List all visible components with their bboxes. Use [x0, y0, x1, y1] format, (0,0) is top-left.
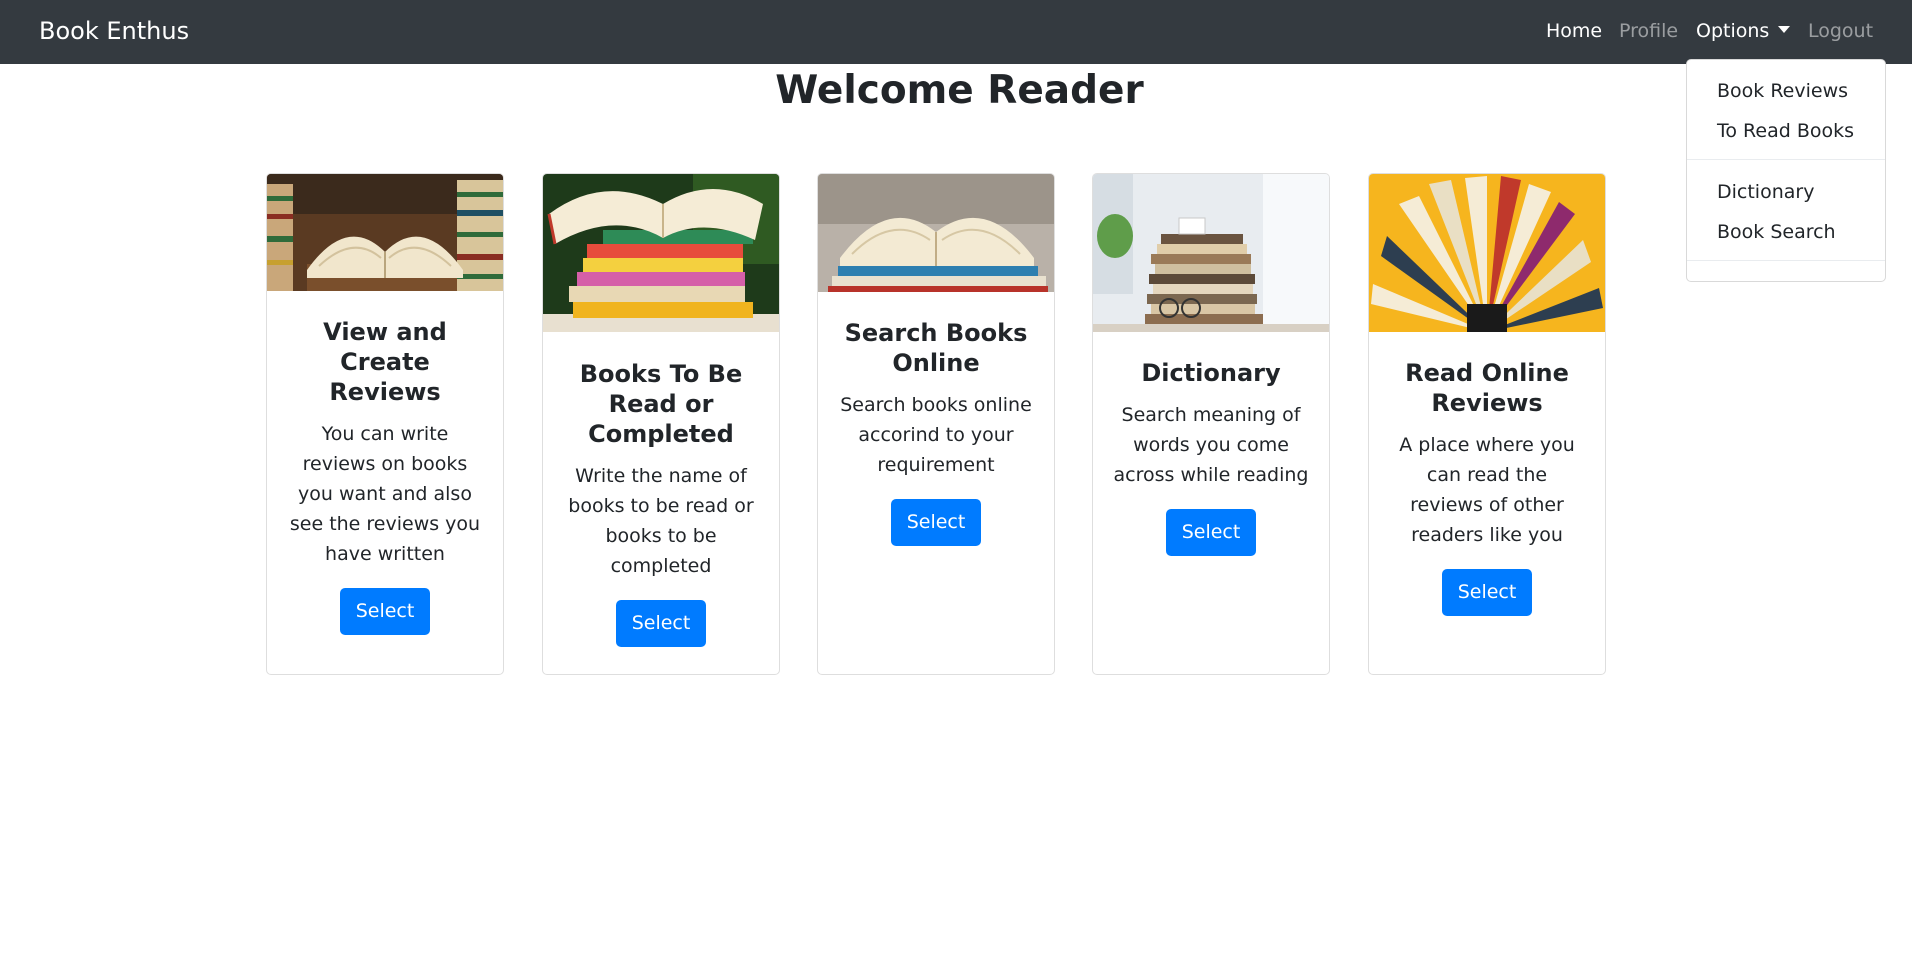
card-text: Write the name of books to be read or bo… — [568, 465, 754, 577]
select-button[interactable]: Select — [890, 499, 982, 546]
dropdown-divider — [1687, 260, 1885, 261]
card-title: Books To Be Read or Completed — [579, 360, 743, 448]
dropdown-divider — [1687, 159, 1885, 160]
card-title: Read Online Reviews — [1405, 359, 1569, 417]
card-dictionary: Dictionary Search meaning of words you c… — [1092, 173, 1330, 675]
brand-link[interactable]: Book Enthus — [39, 15, 189, 47]
card-body: Search Books Online Search books online … — [818, 318, 1054, 546]
dropdown-item-book-search[interactable]: Book Search — [1717, 219, 1836, 245]
card-view-create-reviews: View and Create Reviews You can write re… — [266, 173, 504, 675]
dropdown-item-dictionary[interactable]: Dictionary — [1717, 179, 1814, 205]
card-body: Read Online Reviews A place where you ca… — [1369, 358, 1605, 616]
card-text: Search books online accorind to your req… — [840, 394, 1032, 476]
card-title: Dictionary — [1141, 359, 1281, 387]
select-button[interactable]: Select — [1441, 569, 1533, 616]
select-button[interactable]: Select — [1165, 509, 1257, 556]
nav-home-link[interactable]: Home — [1546, 18, 1602, 44]
fanned-book-image — [1369, 174, 1605, 332]
open-book-image — [267, 174, 503, 291]
select-button[interactable]: Select — [339, 588, 431, 635]
card-text: You can write reviews on books you want … — [289, 423, 481, 565]
book-stack-image — [543, 174, 779, 332]
card-text: A place where you can read the reviews o… — [1399, 434, 1575, 546]
caret-down-icon — [1778, 26, 1791, 33]
nav-profile-link[interactable]: Profile — [1619, 18, 1678, 44]
card-books-to-read: Books To Be Read or Completed Write the … — [542, 173, 780, 675]
card-body: View and Create Reviews You can write re… — [267, 317, 503, 635]
dropdown-item-to-read-books[interactable]: To Read Books — [1717, 118, 1854, 144]
nav-options-toggle[interactable]: Options — [1696, 18, 1791, 44]
card-text: Search meaning of words you come across … — [1113, 404, 1309, 486]
card-body: Books To Be Read or Completed Write the … — [543, 359, 779, 647]
card-title: View and Create Reviews — [323, 318, 447, 406]
nav-options-label: Options — [1696, 20, 1770, 42]
open-book-image — [818, 174, 1054, 292]
card-read-online-reviews: Read Online Reviews A place where you ca… — [1368, 173, 1606, 675]
nav-logout-link[interactable]: Logout — [1808, 18, 1873, 44]
book-pile-image — [1093, 174, 1329, 332]
page-title: Welcome Reader — [775, 68, 1144, 113]
navbar: Book Enthus Home Profile Options Logout — [0, 0, 1912, 64]
card-body: Dictionary Search meaning of words you c… — [1093, 358, 1329, 556]
card-title: Search Books Online — [844, 319, 1028, 377]
card-search-books-online: Search Books Online Search books online … — [817, 173, 1055, 675]
select-button[interactable]: Select — [615, 600, 707, 647]
